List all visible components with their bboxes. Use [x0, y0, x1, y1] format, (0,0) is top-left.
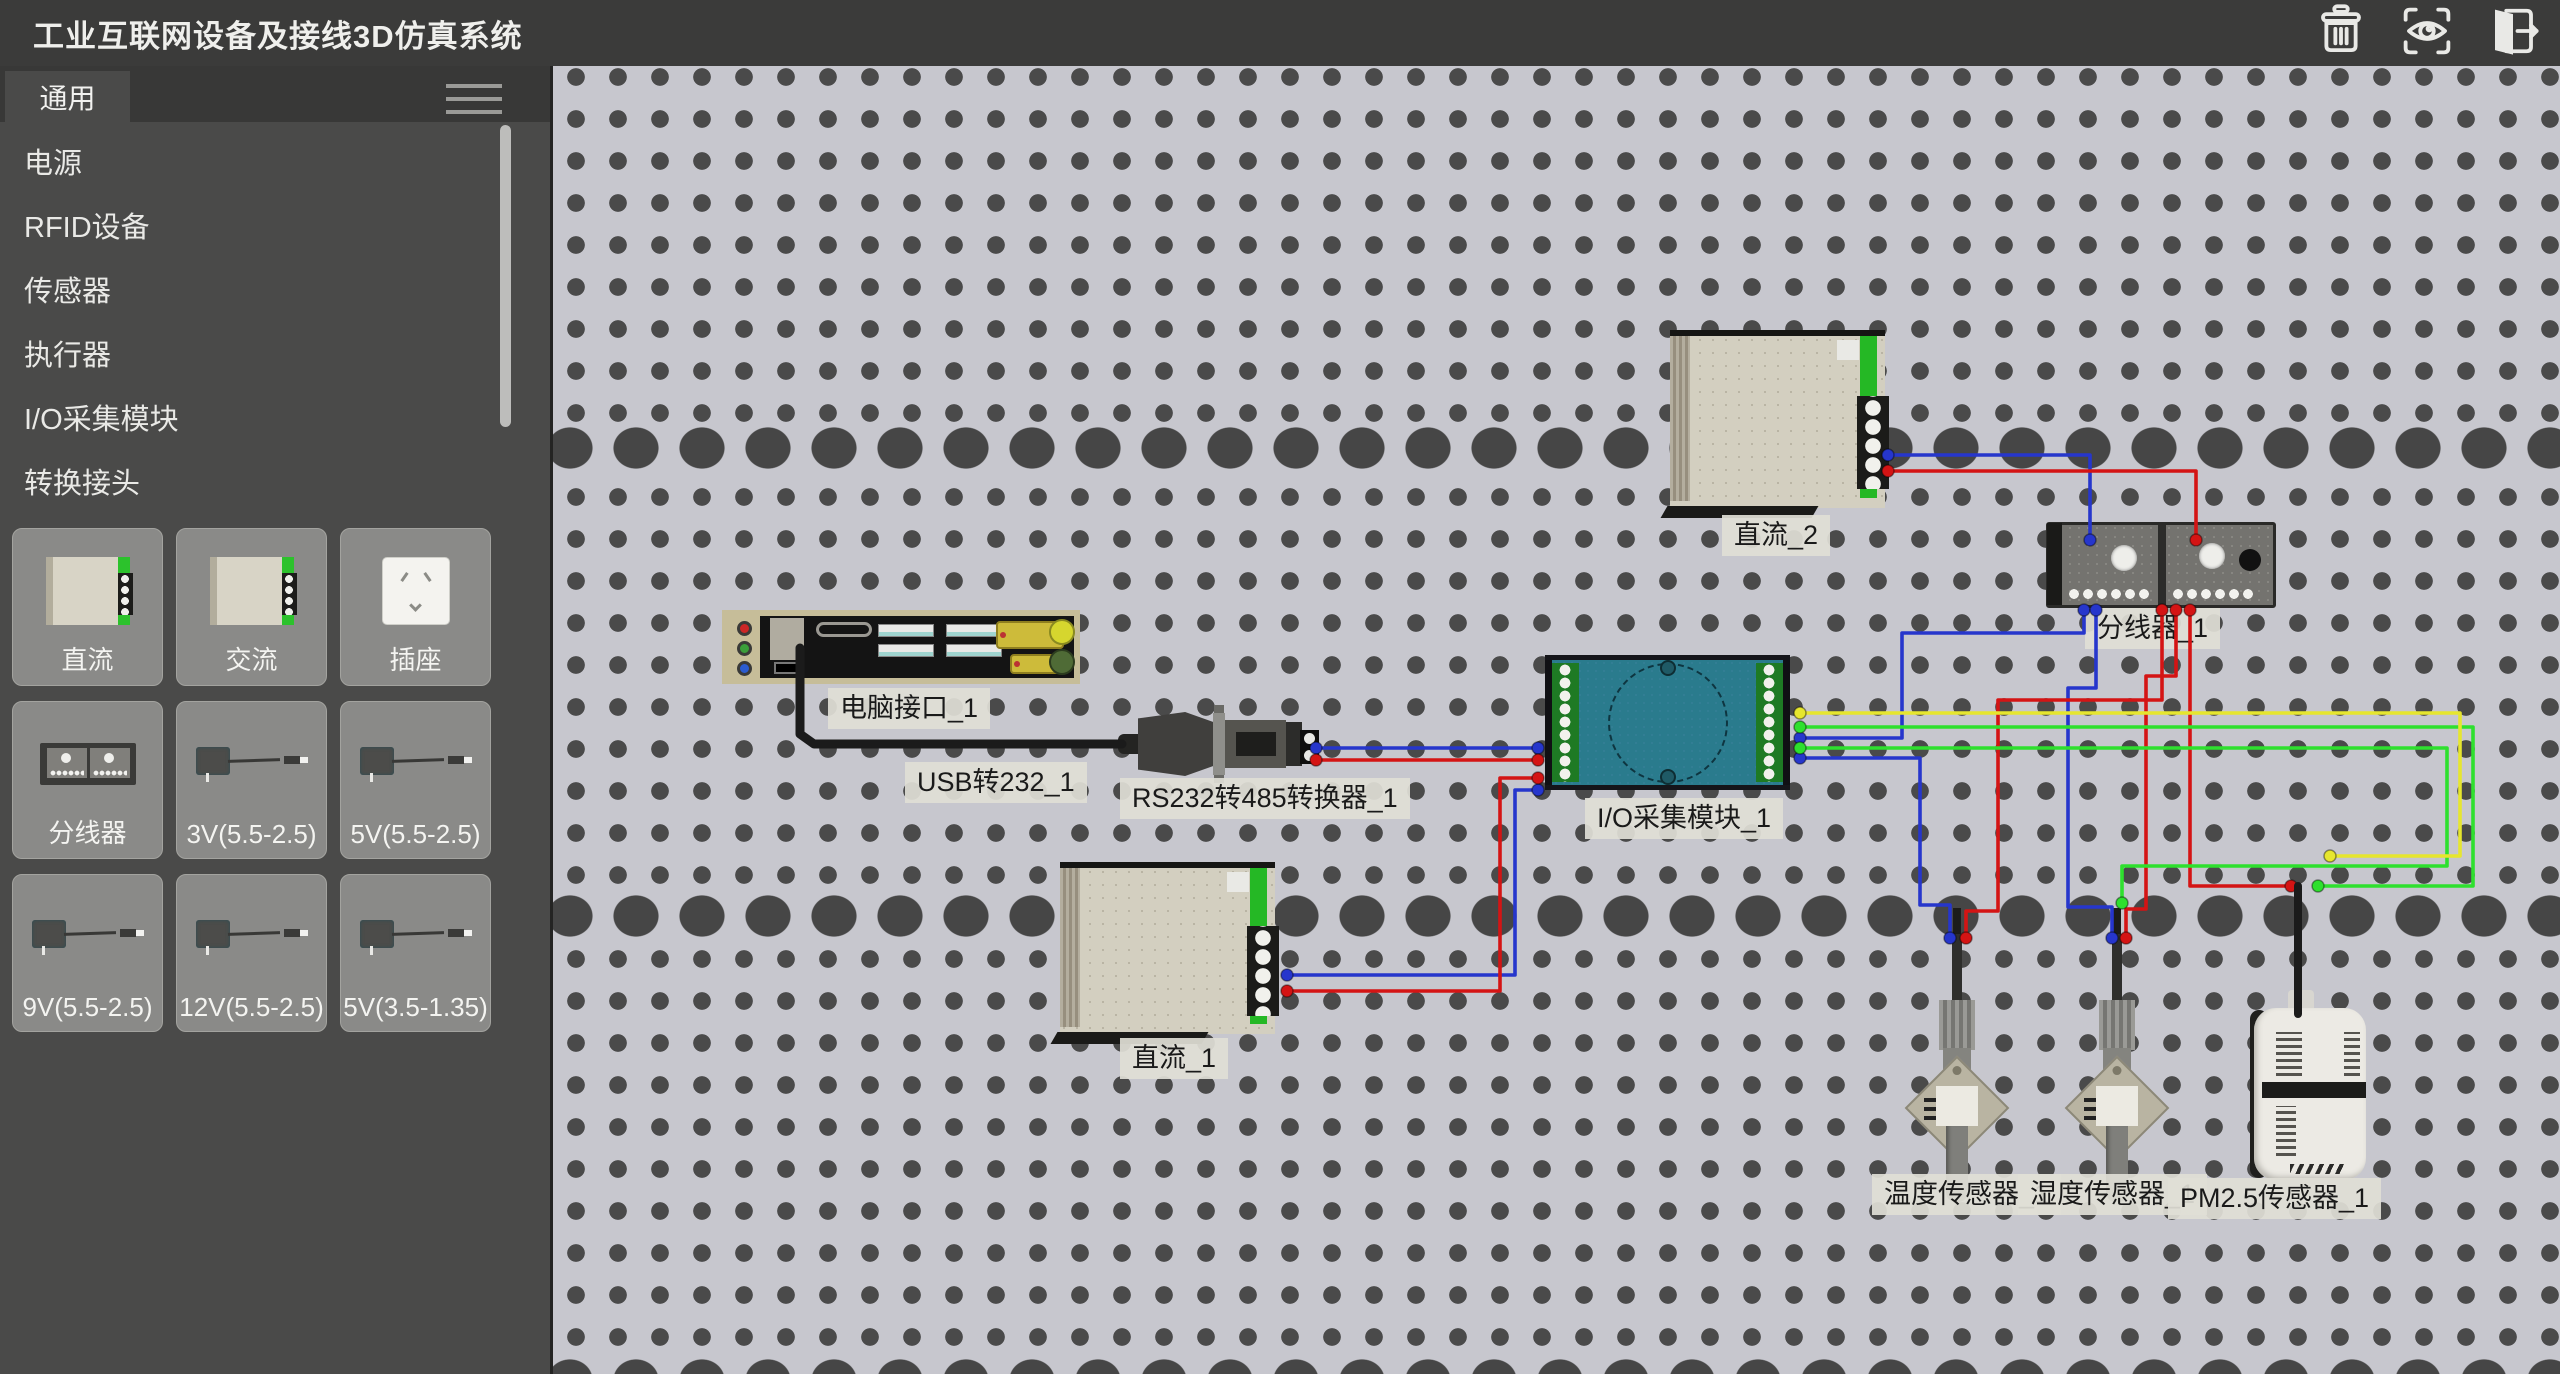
tab-general[interactable]: 通用 [5, 71, 130, 122]
device-label: RS232转485转换器_1 [1120, 778, 1410, 819]
device-temperature-sensor-1[interactable] [1912, 908, 2002, 1208]
sidebar-item-4[interactable]: I/O采集模块 [0, 388, 550, 452]
pegboard-band [553, 425, 2560, 471]
device-humidity-sensor-1[interactable] [2072, 908, 2162, 1208]
device-io-module-1[interactable] [1545, 655, 1790, 790]
title-bar: 工业互联网设备及接线3D仿真系统 [0, 0, 2560, 66]
palette-item-label: 交流 [177, 640, 326, 677]
exit-door-icon [2486, 4, 2540, 63]
toolbar [2310, 4, 2544, 62]
palette-item-0[interactable]: 直流 [12, 528, 163, 686]
sidebar-item-1[interactable]: RFID设备 [0, 196, 550, 260]
delete-button[interactable] [2310, 4, 2372, 62]
device-label: 直流_1 [1120, 1038, 1228, 1079]
adapter-icon [194, 741, 310, 787]
palette-item-label: 5V(3.5-1.35) [341, 992, 490, 1023]
sidebar-item-2[interactable]: 传感器 [0, 260, 550, 324]
palette-item-label: 5V(5.5-2.5) [341, 819, 490, 850]
category-menu: 电源RFID设备传感器执行器I/O采集模块转换接头 [0, 132, 550, 516]
palette-item-label: 12V(5.5-2.5) [177, 992, 326, 1023]
sidebar: 通用 电源RFID设备传感器执行器I/O采集模块转换接头 直流交流插座分线器 3V… [0, 66, 553, 1374]
adapter-icon [30, 914, 146, 960]
device-pm25-sensor-1[interactable] [2254, 1008, 2366, 1180]
adapter-icon [194, 914, 310, 960]
simulation-canvas[interactable]: 直流_2 分线器_1 电脑接口_1 USB转232_1 RS232转485转换器… [553, 66, 2560, 1374]
power-supply-icon [46, 557, 130, 625]
device-label: USB转232_1 [905, 762, 1087, 803]
palette-item-label: 3V(5.5-2.5) [177, 819, 326, 850]
adapter-icon [358, 914, 474, 960]
palette-item-7[interactable]: 12V(5.5-2.5) [176, 874, 327, 1032]
device-rs232-485-converter-1[interactable] [1118, 712, 1319, 776]
sidebar-item-0[interactable]: 电源 [0, 132, 550, 196]
sidebar-scrollbar[interactable] [500, 125, 511, 427]
power-supply-icon [210, 557, 294, 625]
view-button[interactable] [2396, 4, 2458, 62]
device-palette: 直流交流插座分线器 3V(5.5-2.5) 5V(5.5-2.5) 9V(5.5-2.… [12, 528, 517, 1032]
palette-item-8[interactable]: 5V(3.5-1.35) [340, 874, 491, 1032]
device-label: I/O采集模块_1 [1585, 798, 1783, 839]
eye-scan-icon [2400, 4, 2454, 63]
device-dc-power-1[interactable] [1060, 862, 1275, 1034]
palette-item-label: 直流 [13, 640, 162, 677]
sidebar-item-5[interactable]: 转换接头 [0, 452, 550, 516]
palette-item-label: 分线器 [13, 813, 162, 850]
splitter-icon [40, 743, 136, 785]
page-title: 工业互联网设备及接线3D仿真系统 [33, 11, 523, 56]
device-label: 电脑接口_1 [828, 688, 990, 729]
device-pc-io-panel-1[interactable] [722, 610, 1080, 684]
device-label: 直流_2 [1722, 515, 1830, 556]
palette-item-1[interactable]: 交流 [176, 528, 327, 686]
exit-button[interactable] [2482, 4, 2544, 62]
device-label: 分线器_1 [2085, 608, 2220, 649]
palette-item-6[interactable]: 9V(5.5-2.5) [12, 874, 163, 1032]
app-window: 工业互联网设备及接线3D仿真系统 [0, 0, 2560, 1374]
palette-item-2[interactable]: 插座 [340, 528, 491, 686]
device-dc-power-2[interactable] [1670, 330, 1885, 508]
palette-item-4[interactable]: 3V(5.5-2.5) [176, 701, 327, 859]
pegboard-band [553, 1357, 2560, 1374]
device-label: PM2.5传感器_1 [2168, 1178, 2381, 1219]
socket-icon [383, 558, 449, 624]
device-splitter-1[interactable] [2046, 522, 2276, 608]
adapter-icon [358, 741, 474, 787]
menu-icon[interactable] [446, 84, 502, 114]
sidebar-item-3[interactable]: 执行器 [0, 324, 550, 388]
palette-item-label: 9V(5.5-2.5) [13, 992, 162, 1023]
palette-item-3[interactable]: 分线器 [12, 701, 163, 859]
palette-item-5[interactable]: 5V(5.5-2.5) [340, 701, 491, 859]
trash-icon [2314, 4, 2368, 63]
palette-item-label: 插座 [341, 640, 490, 677]
pegboard-band [553, 893, 2560, 939]
